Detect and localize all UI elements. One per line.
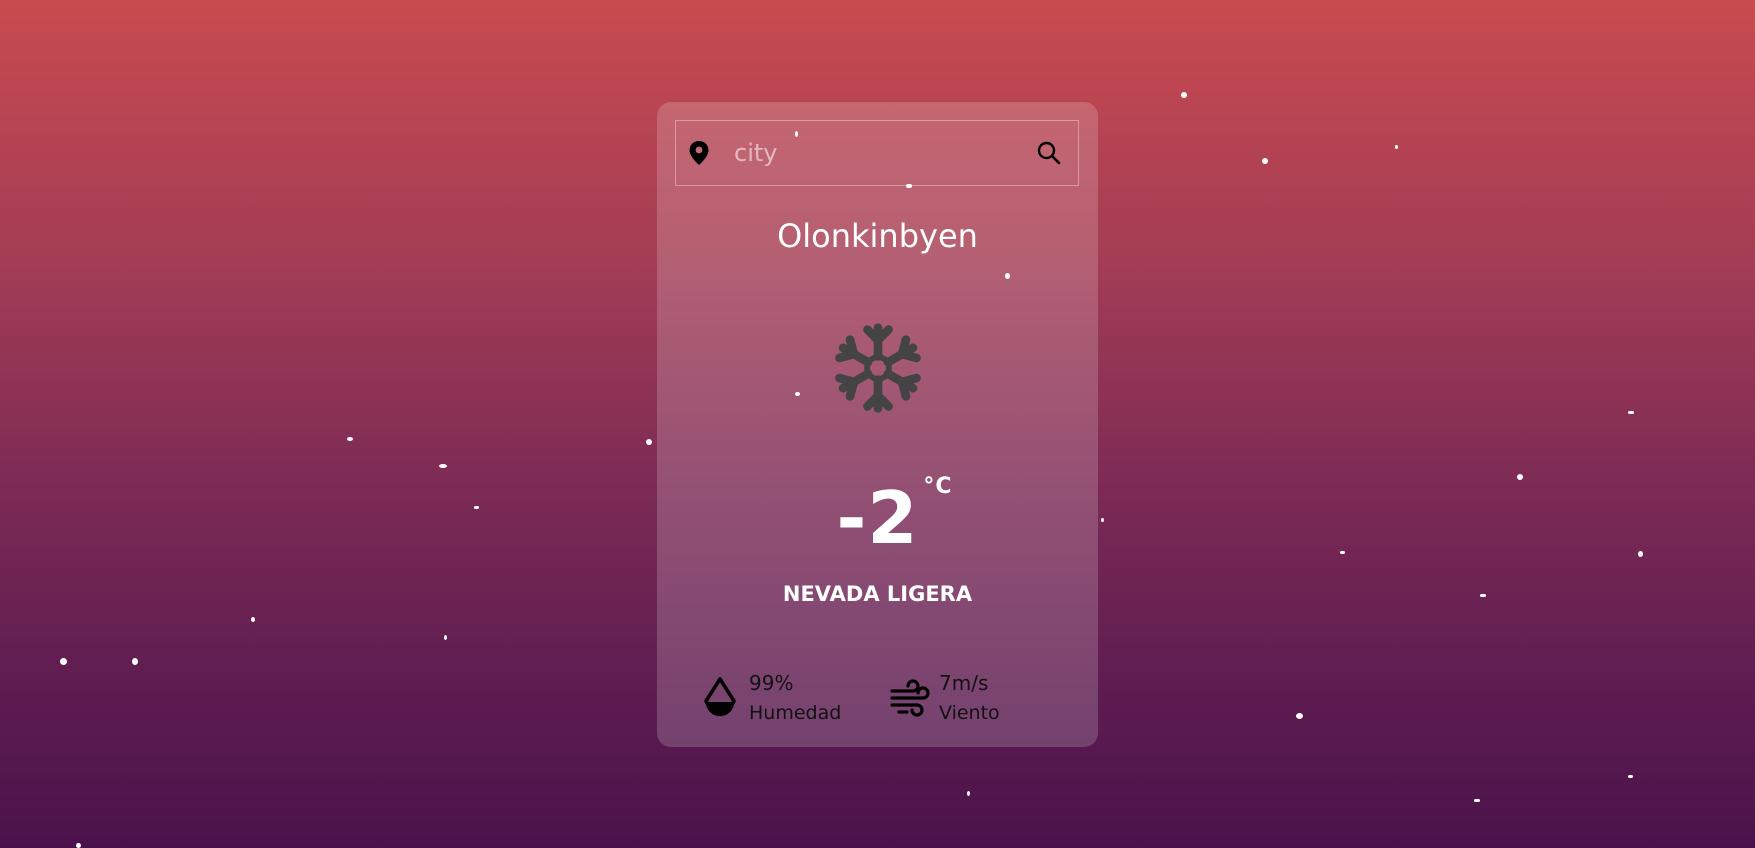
wind-value: 7m/s — [939, 671, 989, 695]
city-name: Olonkinbyen — [777, 217, 978, 255]
snowflake-particle — [444, 635, 447, 640]
water-drop-icon — [699, 675, 741, 721]
snowflake-particle — [474, 506, 479, 509]
snowflake-particle — [1395, 145, 1398, 149]
snowflake-particle — [1262, 158, 1268, 164]
humidity-stat: 99% Humedad — [699, 668, 841, 728]
snowflake-particle — [1628, 411, 1634, 414]
snowflake-icon — [830, 320, 926, 416]
snowflake-particle — [1340, 551, 1345, 554]
humidity-value: 99% — [749, 671, 794, 695]
snowflake-particle — [1638, 551, 1643, 557]
city-search-input[interactable] — [732, 132, 1036, 174]
snowflake-particle — [1296, 713, 1303, 719]
temperature-unit: °C — [923, 474, 953, 499]
temperature-number: -2 — [836, 476, 919, 560]
humidity-label: Humedad — [749, 702, 842, 724]
snowflake-particle — [967, 791, 970, 796]
weather-description: NEVADA LIGERA — [782, 582, 973, 606]
snowflake-particle — [132, 658, 138, 665]
wind-icon — [889, 675, 931, 721]
location-pin-icon — [688, 139, 710, 167]
snowflake-particle — [1101, 518, 1104, 522]
snowflake-particle — [1181, 92, 1187, 98]
snowflake-particle — [347, 437, 353, 441]
temperature-display: -2 °C — [657, 476, 1098, 555]
snowflake-particle — [1480, 594, 1486, 597]
snowflake-particle — [76, 843, 81, 848]
snowflake-particle — [439, 464, 447, 468]
search-bar — [675, 120, 1079, 186]
wind-stat: 7m/s Viento — [889, 668, 1000, 728]
temperature-value: -2 °C — [837, 476, 952, 555]
search-icon[interactable] — [1036, 138, 1062, 168]
snowflake-particle — [1517, 474, 1523, 480]
wind-label: Viento — [939, 702, 1000, 724]
snowflake-particle — [60, 658, 67, 665]
snowflake-particle — [1628, 775, 1633, 778]
snowflake-particle — [646, 439, 652, 445]
weather-card: Olonkinbyen — [657, 102, 1098, 747]
snowflake-particle — [1474, 799, 1480, 802]
snowflake-particle — [251, 617, 255, 622]
